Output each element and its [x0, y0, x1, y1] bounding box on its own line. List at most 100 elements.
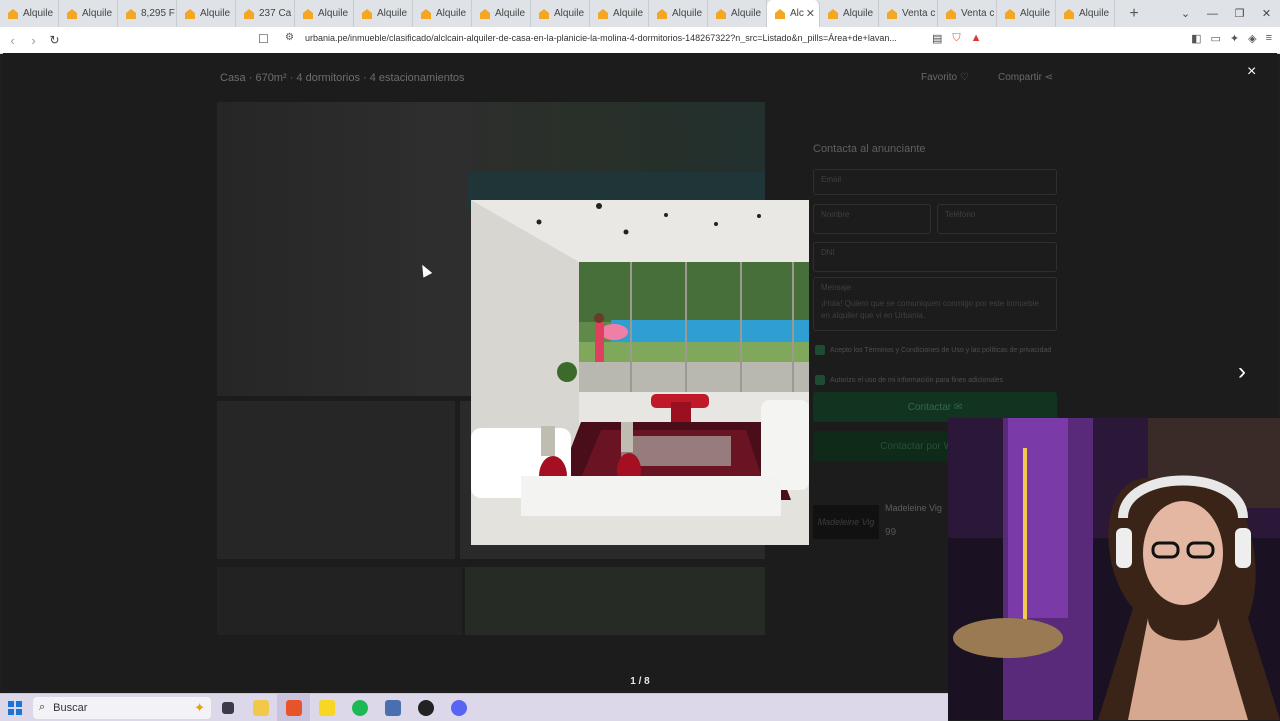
reload-icon[interactable]: ↻: [44, 33, 65, 47]
gallery-current-photo[interactable]: [471, 200, 809, 545]
gallery-photo-thumb-4[interactable]: [465, 567, 765, 635]
urbania-favicon-icon: [67, 8, 77, 19]
urbania-favicon-icon: [8, 8, 18, 19]
checkbox-icon: [815, 345, 825, 355]
task-view-icon[interactable]: [211, 694, 244, 721]
tab-label: 237 Ca: [259, 8, 292, 19]
minimize-icon[interactable]: —: [1199, 8, 1226, 20]
message-field[interactable]: Mensaje ¡Hola! Quiero que se comuniquen …: [813, 277, 1057, 331]
app-window-icon[interactable]: [376, 694, 409, 721]
tab-search-icon[interactable]: ⌄: [1172, 7, 1199, 20]
next-photo-icon[interactable]: ›: [1238, 358, 1246, 386]
browser-toolbar-right: ◧ ▭ ✦ ◈ ≡: [1191, 32, 1272, 45]
consent-label: Autorizo el uso de mi información para f…: [830, 376, 1004, 384]
start-button[interactable]: [0, 694, 30, 721]
close-window-icon[interactable]: ✕: [1253, 7, 1280, 20]
tab[interactable]: Alquile: [472, 0, 531, 27]
streamer-camera-image: [948, 418, 1280, 720]
agent-rating: 99: [885, 527, 897, 538]
close-gallery-icon[interactable]: ×: [1247, 63, 1256, 81]
agent-name[interactable]: Madeleine Vig: [885, 503, 942, 513]
urbania-favicon-icon: [303, 8, 313, 19]
urbania-favicon-icon: [421, 8, 431, 19]
tab[interactable]: Alquile: [531, 0, 590, 27]
tab-label: Alquile: [82, 8, 113, 19]
tab-active[interactable]: Alc ✕: [767, 0, 820, 27]
tab-label: Alquile: [436, 8, 467, 19]
terms-checkbox[interactable]: Acepto los Términos y Condiciones de Uso…: [815, 345, 1055, 355]
email-field[interactable]: Email: [813, 169, 1057, 195]
urbania-favicon-icon: [126, 8, 136, 19]
tab-label: 8,295 F: [141, 8, 175, 19]
tab[interactable]: Alquile: [354, 0, 413, 27]
tab-label: Alquile: [613, 8, 644, 19]
menu-icon[interactable]: ≡: [1266, 32, 1272, 45]
tab[interactable]: Venta c: [938, 0, 997, 27]
bookmark-icon[interactable]: ☐: [258, 32, 269, 46]
search-label: Buscar: [53, 701, 88, 714]
tab[interactable]: Venta c: [879, 0, 938, 27]
tab[interactable]: Alquile: [0, 0, 59, 27]
address-toolbar: ‹ › ↻ ☐ ⚙ urbania.pe/inmueble/clasificad…: [0, 27, 1280, 54]
site-info-icon[interactable]: ⚙: [285, 32, 294, 43]
restore-icon[interactable]: ❐: [1226, 7, 1253, 20]
urbania-favicon-icon: [1064, 8, 1074, 19]
urbania-favicon-icon: [887, 8, 897, 19]
tab[interactable]: Alquile: [820, 0, 879, 27]
new-tab-button[interactable]: +: [1125, 5, 1143, 23]
sticky-notes-icon[interactable]: [310, 694, 343, 721]
tab[interactable]: Alquile: [295, 0, 354, 27]
tab-label: Alquile: [843, 8, 874, 19]
reader-mode-icon[interactable]: ▤: [932, 32, 942, 45]
vpn-icon[interactable]: ◈: [1248, 32, 1256, 45]
message-text: ¡Hola! Quiero que se comuniquen conmigo …: [821, 299, 1039, 320]
address-actions: ▤ ⛉ ▲: [932, 32, 982, 45]
tab[interactable]: Alquile: [708, 0, 767, 27]
tab[interactable]: Alquile: [590, 0, 649, 27]
urbania-favicon-icon: [716, 8, 726, 19]
discord-icon[interactable]: [442, 694, 475, 721]
close-tab-icon[interactable]: ✕: [806, 7, 815, 20]
tab[interactable]: Alquile: [1056, 0, 1115, 27]
brave-rewards-icon[interactable]: ▲: [971, 32, 982, 45]
tab-label: Alquile: [318, 8, 349, 19]
sidebar-icon[interactable]: ◧: [1191, 32, 1201, 45]
file-explorer-icon[interactable]: [244, 694, 277, 721]
browser-tab-strip: Alquile Alquile 8,295 F Alquile 237 Ca Alquil…: [0, 0, 1280, 27]
brave-icon[interactable]: [277, 694, 310, 721]
living-room-photo: [471, 200, 809, 545]
spotify-icon[interactable]: [343, 694, 376, 721]
gallery-photo-thumb-3[interactable]: [217, 567, 462, 635]
terms-label: Acepto los Términos y Condiciones de Uso…: [830, 346, 1052, 354]
tab[interactable]: Alquile: [59, 0, 118, 27]
share-button[interactable]: Compartir ⋖: [998, 72, 1053, 83]
brave-shields-icon[interactable]: ⛉: [952, 32, 960, 45]
forward-icon[interactable]: ›: [23, 33, 44, 48]
tab[interactable]: Alquile: [649, 0, 708, 27]
tab-label: Alquile: [554, 8, 585, 19]
listing-title: Casa · 670m² · 4 dormitorios · 4 estacio…: [220, 72, 465, 84]
contact-form-title: Contacta al anunciante: [813, 143, 926, 155]
extensions-icon[interactable]: ✦: [1230, 32, 1239, 45]
dni-field[interactable]: DNI: [813, 242, 1057, 272]
name-field[interactable]: Nombre: [813, 204, 931, 234]
phone-field[interactable]: Teléfono: [937, 204, 1057, 234]
back-icon[interactable]: ‹: [2, 33, 23, 48]
taskbar-search[interactable]: ⌕ Buscar ✦: [33, 696, 211, 719]
wallet-icon[interactable]: ▭: [1210, 32, 1220, 45]
urbania-favicon-icon: [185, 8, 195, 19]
tab[interactable]: Alquile: [997, 0, 1056, 27]
urbania-favicon-icon: [657, 8, 667, 19]
windows-logo-icon: [8, 700, 22, 715]
gallery-photo-thumb-1[interactable]: [217, 401, 455, 559]
tab[interactable]: Alquile: [177, 0, 236, 27]
consent-checkbox[interactable]: Autorizo el uso de mi información para f…: [815, 375, 1055, 385]
obs-icon[interactable]: [409, 694, 442, 721]
tab[interactable]: 8,295 F: [118, 0, 177, 27]
tab[interactable]: Alquile: [413, 0, 472, 27]
favorite-button[interactable]: Favorito ♡: [921, 72, 969, 83]
tab-label: Alquile: [200, 8, 231, 19]
url-field[interactable]: urbania.pe/inmueble/clasificado/alclcain…: [305, 33, 923, 43]
tab[interactable]: 237 Ca: [236, 0, 295, 27]
urbania-favicon-icon: [539, 8, 549, 19]
